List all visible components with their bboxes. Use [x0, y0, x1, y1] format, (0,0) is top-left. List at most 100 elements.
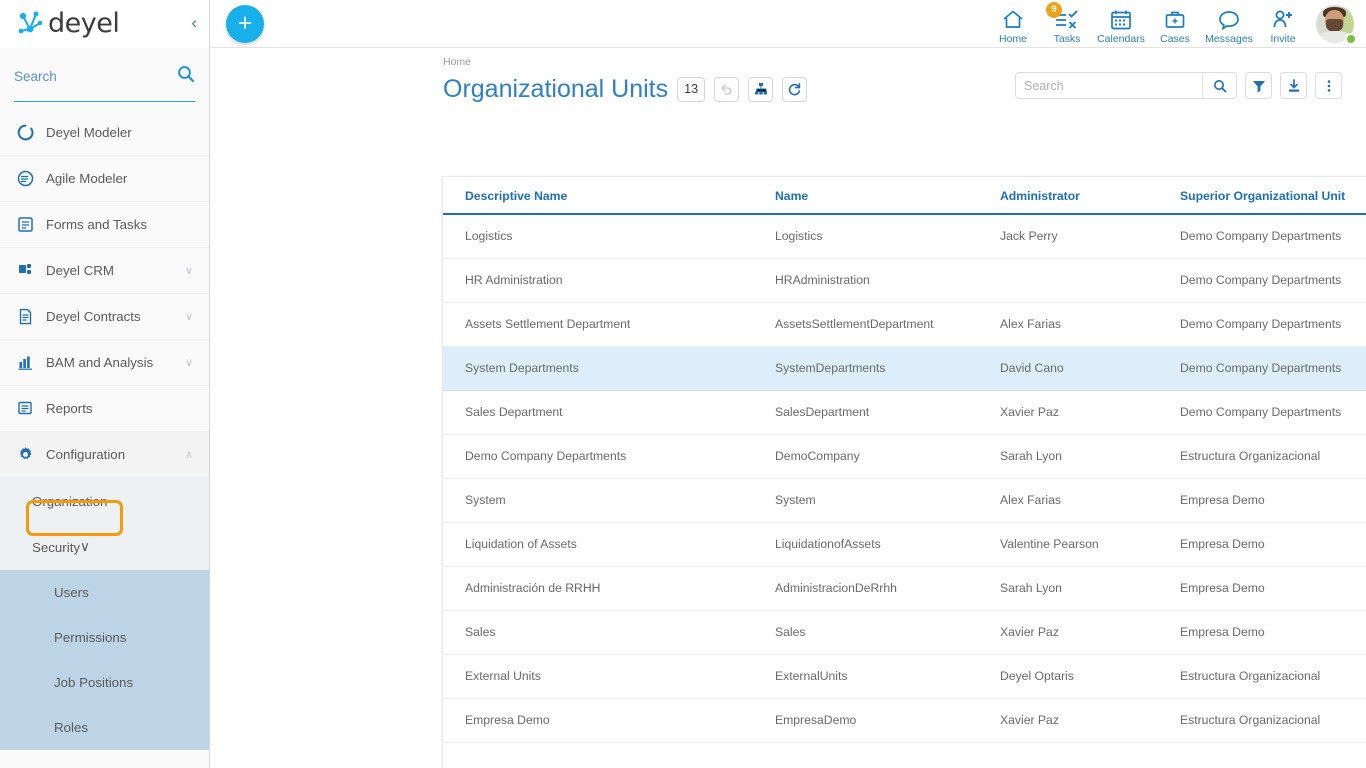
nav-label: Cases: [1160, 33, 1190, 45]
chevron-down-icon[interactable]: ∨: [80, 539, 90, 555]
cell-administrator: Sarah Lyon: [978, 566, 1158, 610]
chevron-down-icon[interactable]: ∨: [185, 356, 193, 369]
cell-descriptive-name: System: [443, 478, 753, 522]
sidebar-sub-label: Security: [32, 540, 80, 555]
cell-superior: Empresa Demo: [1158, 478, 1366, 522]
nav-label: Invite: [1270, 33, 1295, 45]
sidebar-sub-label: Users: [54, 585, 89, 600]
sidebar-collapse-icon[interactable]: ‹: [191, 14, 197, 31]
deyel-logo-icon: [16, 9, 46, 39]
chevron-up-icon[interactable]: ∧: [185, 448, 193, 461]
cell-name: System: [753, 478, 978, 522]
cell-descriptive-name: System Departments: [443, 346, 753, 390]
table-row[interactable]: Administración de RRHH AdministracionDeR…: [443, 566, 1366, 610]
cell-name: AssetsSettlementDepartment: [753, 302, 978, 346]
top-bar-icons: Home 9 Tasks Calendars: [986, 0, 1366, 48]
breadcrumb[interactable]: Home: [210, 48, 1366, 68]
table-row[interactable]: Assets Settlement Department AssetsSettl…: [443, 302, 1366, 346]
column-header-superior-organizational-unit[interactable]: Superior Organizational Unit: [1158, 177, 1366, 214]
sidebar-item-reports[interactable]: Reports: [0, 386, 209, 432]
search-box[interactable]: [1015, 72, 1237, 99]
bar-chart-icon: [14, 354, 36, 371]
search-input[interactable]: [1016, 73, 1202, 98]
column-header-descriptive-name[interactable]: Descriptive Name: [443, 177, 753, 214]
cell-descriptive-name: HR Administration: [443, 258, 753, 302]
nav-tasks[interactable]: 9 Tasks: [1040, 2, 1094, 48]
sidebar-label: Reports: [46, 401, 93, 416]
chevron-down-icon[interactable]: ∨: [185, 264, 193, 277]
undo-button[interactable]: [714, 77, 739, 102]
sidebar-item-configuration[interactable]: Configuration ∧: [0, 432, 209, 478]
sidebar-item-security[interactable]: Security ∨: [0, 524, 209, 570]
tasks-badge: 9: [1046, 2, 1062, 18]
refresh-button[interactable]: [782, 77, 807, 102]
sidebar-item-deyel-crm[interactable]: Deyel CRM ∨: [0, 248, 209, 294]
cell-administrator: Alex Farias: [978, 478, 1158, 522]
nav-calendars[interactable]: Calendars: [1094, 2, 1148, 48]
cell-name: Sales: [753, 610, 978, 654]
sidebar-search[interactable]: [14, 58, 195, 102]
filter-button[interactable]: [1245, 72, 1272, 99]
chevron-down-icon[interactable]: ∨: [185, 310, 193, 323]
sidebar-logo-row: deyel ‹: [0, 0, 209, 48]
table-row[interactable]: Empresa Demo EmpresaDemo Xavier Paz Estr…: [443, 698, 1366, 742]
sidebar-item-job-positions[interactable]: Job Positions: [0, 660, 209, 705]
table-row[interactable]: External Units ExternalUnits Deyel Optar…: [443, 654, 1366, 698]
table-header: Descriptive Name Name Administrator Supe…: [443, 177, 1366, 214]
sidebar-item-agile-modeler[interactable]: Agile Modeler: [0, 156, 209, 202]
cell-administrator: Xavier Paz: [978, 698, 1158, 742]
column-header-name[interactable]: Name: [753, 177, 978, 214]
more-button[interactable]: [1315, 72, 1342, 99]
sidebar-item-roles[interactable]: Roles: [0, 705, 209, 750]
sidebar-sub-label: Permissions: [54, 630, 126, 645]
main-area: + Home 9 Tasks: [210, 0, 1366, 768]
add-button[interactable]: +: [226, 5, 264, 43]
table-row[interactable]: HR Administration HRAdministration Demo …: [443, 258, 1366, 302]
sidebar-security-submenu: Users Permissions Job Positions Roles: [0, 570, 209, 750]
sidebar-item-organization[interactable]: Organization: [0, 478, 209, 524]
sidebar-sub-label: Roles: [54, 720, 88, 735]
avatar[interactable]: [1316, 5, 1356, 45]
table-row[interactable]: System System Alex Farias Empresa Demo: [443, 478, 1366, 522]
cell-name: SalesDepartment: [753, 390, 978, 434]
application-window: deyel ‹ Deyel Modeler Agile Modeler: [0, 0, 1366, 768]
sidebar-item-bam-and-analysis[interactable]: BAM and Analysis ∨: [0, 340, 209, 386]
nav-messages[interactable]: Messages: [1202, 2, 1256, 48]
sidebar-sub-label: Organization: [32, 494, 107, 509]
cell-superior: Empresa Demo: [1158, 566, 1366, 610]
nav-home[interactable]: Home: [986, 2, 1040, 48]
cell-administrator: Valentine Pearson: [978, 522, 1158, 566]
table-row-selected[interactable]: System Departments SystemDepartments Dav…: [443, 346, 1366, 390]
table-row[interactable]: Demo Company Departments DemoCompany Sar…: [443, 434, 1366, 478]
cell-superior: Demo Company Departments: [1158, 390, 1366, 434]
cell-administrator: David Cano: [978, 346, 1158, 390]
cell-descriptive-name: Sales: [443, 610, 753, 654]
sidebar-item-users[interactable]: Users: [0, 570, 209, 615]
sidebar-item-permissions[interactable]: Permissions: [0, 615, 209, 660]
table-row[interactable]: Sales Department SalesDepartment Xavier …: [443, 390, 1366, 434]
table-header-row: Descriptive Name Name Administrator Supe…: [443, 177, 1366, 214]
column-header-administrator[interactable]: Administrator: [978, 177, 1158, 214]
nav-label: Home: [999, 33, 1027, 45]
cell-superior: Estructura Organizacional: [1158, 654, 1366, 698]
table-row[interactable]: Sales Sales Xavier Paz Empresa Demo: [443, 610, 1366, 654]
sidebar-item-forms-and-tasks[interactable]: Forms and Tasks: [0, 202, 209, 248]
nav-cases[interactable]: Cases: [1148, 2, 1202, 48]
export-button[interactable]: [1280, 72, 1307, 99]
nav-invite[interactable]: Invite: [1256, 2, 1310, 48]
hierarchy-button[interactable]: [748, 77, 773, 102]
cell-administrator: Xavier Paz: [978, 610, 1158, 654]
reports-icon: [14, 400, 36, 417]
search-button[interactable]: [1202, 73, 1236, 98]
table-row[interactable]: Logistics Logistics Jack Perry Demo Comp…: [443, 214, 1366, 258]
page-tools: [1015, 72, 1342, 99]
sidebar-item-deyel-modeler[interactable]: Deyel Modeler: [0, 110, 209, 156]
sidebar-item-deyel-contracts[interactable]: Deyel Contracts ∨: [0, 294, 209, 340]
sidebar-search-input[interactable]: [14, 69, 144, 84]
cell-descriptive-name: Administración de RRHH: [443, 566, 753, 610]
search-icon[interactable]: [177, 65, 195, 88]
page-title: Organizational Units: [443, 74, 668, 104]
cell-name: DemoCompany: [753, 434, 978, 478]
table-row[interactable]: Liquidation of Assets LiquidationofAsset…: [443, 522, 1366, 566]
nav-label: Tasks: [1054, 33, 1081, 45]
